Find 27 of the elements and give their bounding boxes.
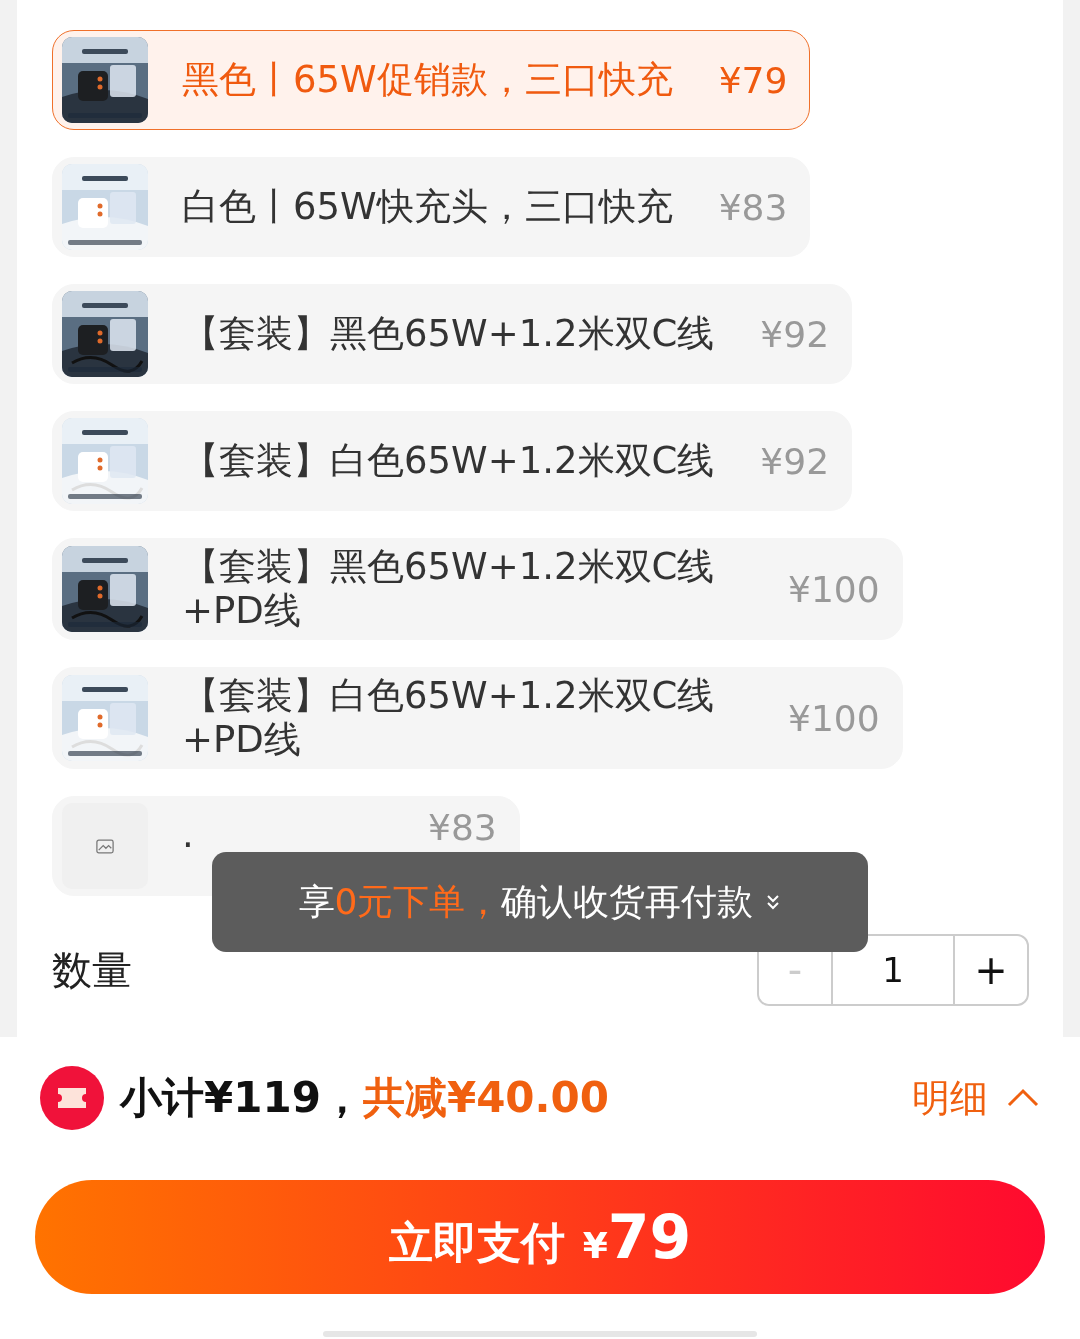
coupon-icon (40, 1066, 104, 1130)
option-price: ¥83 (718, 186, 788, 228)
option-label: 白色丨65W快充头，三口快充 (182, 185, 673, 229)
pay-now-button[interactable]: 立即支付 ¥79 (35, 1180, 1045, 1294)
option-label: 【套装】黑色65W+1.2米双C线 (182, 312, 715, 356)
option-card[interactable]: 【套装】白色65W+1.2米双C线+PD线 ¥100 (52, 667, 903, 769)
chevron-icon (1006, 1088, 1040, 1108)
double-chevron-down-icon (765, 893, 782, 911)
option-card[interactable]: 【套装】黑色65W+1.2米双C线+PD线 ¥100 (52, 538, 903, 640)
option-label: 【套装】黑色65W+1.2米双C线+PD线 (182, 545, 716, 633)
subtotal-text: 小计¥119， (120, 1072, 363, 1124)
option-label: 【套装】白色65W+1.2米双C线 (182, 439, 715, 483)
option-label: · (182, 824, 195, 868)
discount-text: 共减¥40.00 (362, 1072, 609, 1124)
option-card[interactable]: 【套装】黑色65W+1.2米双C线 ¥92 (52, 284, 853, 384)
option-price: ¥100 (788, 697, 880, 739)
option-card[interactable]: 白色丨65W快充头，三口快充 ¥83 (52, 157, 811, 257)
option-price: ¥83 (428, 807, 497, 848)
option-label: 【套装】白色65W+1.2米双C线+PD线 (182, 674, 716, 762)
image-placeholder-icon (96, 838, 114, 854)
option-price: ¥79 (718, 59, 788, 101)
option-price: ¥100 (788, 568, 880, 610)
option-card[interactable]: 【套装】白色65W+1.2米双C线 ¥92 (52, 411, 853, 511)
option-label: 黑色丨65W促销款，三口快充 (182, 58, 673, 102)
quantity-label: 数量 (52, 945, 132, 995)
option-price: ¥92 (760, 313, 830, 355)
option-price: ¥92 (760, 440, 830, 482)
